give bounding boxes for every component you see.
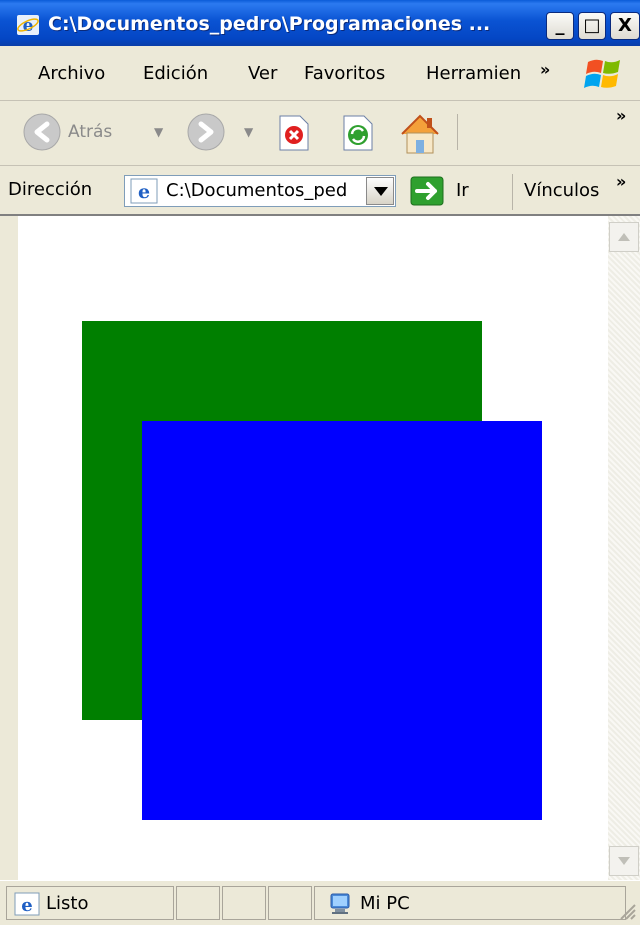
- forward-dropdown-icon[interactable]: ▼: [244, 118, 253, 146]
- back-dropdown-icon[interactable]: ▼: [154, 118, 163, 146]
- blue-square: [142, 421, 542, 820]
- svg-text:e: e: [138, 181, 150, 203]
- toolbar-overflow-chevron-icon[interactable]: »: [616, 106, 626, 125]
- status-text: Listo: [46, 893, 89, 914]
- zone-text: Mi PC: [360, 893, 410, 914]
- arrow-up-icon: [618, 233, 630, 241]
- title-bar[interactable]: e C:\Documentos_pedro\Programaciones ...…: [0, 0, 640, 46]
- links-label[interactable]: Vínculos: [524, 177, 599, 205]
- menu-overflow-chevron-icon[interactable]: »: [540, 60, 550, 79]
- menu-edicion[interactable]: Edición: [143, 60, 208, 88]
- address-label: Dirección: [8, 179, 93, 200]
- back-arrow-icon[interactable]: [22, 112, 62, 152]
- chevron-down-icon: [374, 187, 388, 196]
- forward-arrow-icon[interactable]: [186, 112, 226, 152]
- address-separator: [512, 174, 513, 210]
- menu-herramientas[interactable]: Herramien: [426, 60, 521, 88]
- back-button-label[interactable]: Atrás: [68, 118, 112, 146]
- go-arrow-icon[interactable]: [410, 176, 444, 206]
- status-pane-3: [222, 886, 266, 920]
- svg-text:e: e: [21, 895, 32, 916]
- refresh-icon[interactable]: [340, 114, 376, 152]
- menu-archivo[interactable]: Archivo: [38, 60, 105, 88]
- maximize-icon: □: [583, 15, 601, 36]
- page-status-icon: e: [14, 892, 40, 916]
- page-ie-icon: e: [130, 178, 158, 204]
- address-dropdown-button[interactable]: [366, 177, 394, 205]
- status-pane-4: [268, 886, 312, 920]
- menu-ver[interactable]: Ver: [248, 60, 277, 88]
- computer-icon: [330, 893, 350, 914]
- menu-favoritos[interactable]: Favoritos: [304, 60, 385, 88]
- scroll-down-button[interactable]: [609, 846, 639, 876]
- scroll-up-button[interactable]: [609, 222, 639, 252]
- vertical-scrollbar[interactable]: [608, 216, 640, 880]
- status-pane-2: [176, 886, 220, 920]
- minimize-button[interactable]: _: [546, 12, 574, 40]
- window-title: C:\Documentos_pedro\Programaciones ...: [48, 13, 491, 35]
- windows-logo: [584, 59, 620, 88]
- links-overflow-chevron-icon[interactable]: »: [616, 172, 626, 191]
- minimize-icon: _: [555, 15, 565, 36]
- close-icon: X: [618, 15, 632, 36]
- go-button-label[interactable]: Ir: [456, 177, 469, 205]
- home-icon[interactable]: [396, 110, 444, 156]
- address-input[interactable]: C:\Documentos_ped: [166, 177, 366, 205]
- toolbar-separator: [457, 114, 458, 150]
- arrow-down-icon: [618, 857, 630, 865]
- resize-grip-icon[interactable]: [618, 902, 636, 920]
- window-left-border: [0, 216, 18, 880]
- close-button[interactable]: X: [610, 12, 640, 40]
- browser-window: e C:\Documentos_pedro\Programaciones ...…: [0, 0, 640, 925]
- ie-icon: e: [17, 15, 39, 36]
- maximize-button[interactable]: □: [578, 12, 606, 40]
- stop-icon[interactable]: [276, 114, 312, 152]
